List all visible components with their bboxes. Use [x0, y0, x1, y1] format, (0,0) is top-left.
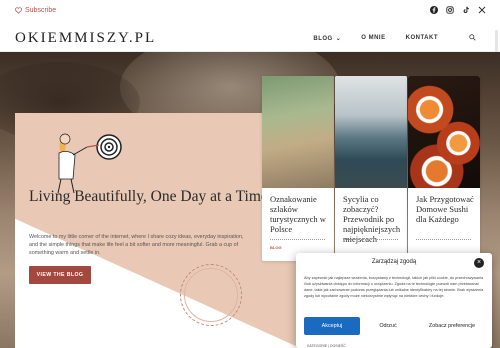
post-image-hiking[interactable] — [262, 76, 334, 188]
cookie-dialog-text: Aby zapewnić jak najlepsze wrażenia, kor… — [304, 276, 484, 298]
post-category[interactable]: BLOG — [270, 245, 282, 250]
view-blog-button[interactable]: VIEW THE BLOG — [29, 266, 91, 284]
divider — [270, 239, 325, 240]
post-card[interactable]: Oznakowanie szlaków turystycznych w Pols… — [262, 76, 334, 261]
post-card[interactable]: Sycylia co zobaczyć? Przewodnik po najpi… — [335, 76, 407, 261]
footer-categories: KATEGORIE | DOSIEŚĆ — [307, 344, 346, 348]
site-logo[interactable]: OKIEMMISZY.PL — [15, 30, 156, 47]
preferences-button[interactable]: Zobacz preferencje — [420, 317, 484, 335]
instagram-icon[interactable] — [446, 6, 454, 14]
nav-item-kontakt[interactable]: KONTAKT — [406, 35, 438, 42]
cookie-dialog-title: Zarządzaj zgodą — [371, 259, 417, 265]
subscribe-label: Subscribe — [25, 7, 57, 14]
post-title[interactable]: Sycylia co zobaczyć? Przewodnik po najpi… — [343, 194, 403, 244]
main-nav: BLOG ⌄ O MNIE KONTAKT — [313, 35, 472, 42]
divider — [416, 239, 471, 240]
site-header: OKIEMMISZY.PL BLOG ⌄ O MNIE KONTAKT — [0, 24, 500, 52]
facebook-icon[interactable] — [430, 6, 438, 14]
cookie-consent-dialog: Zarządzaj zgodą × Aby zapewnić jak najle… — [296, 253, 492, 348]
hero-description: Welcome to my little corner of the inter… — [29, 234, 244, 256]
featured-posts: Oznakowanie szlaków turystycznych w Pols… — [262, 76, 480, 261]
divider — [343, 239, 398, 240]
x-icon[interactable] — [478, 6, 486, 14]
chevron-down-icon: ⌄ — [335, 36, 342, 42]
nav-blog-label: BLOG — [313, 36, 333, 42]
accept-button[interactable]: Akceptuj — [304, 317, 360, 335]
decorative-circle-inner — [184, 268, 238, 322]
nav-item-o-mnie[interactable]: O MNIE — [361, 35, 385, 42]
reject-button[interactable]: Odrzuć — [366, 317, 410, 335]
search-icon[interactable] — [469, 34, 476, 41]
nav-item-blog[interactable]: BLOG ⌄ — [313, 35, 341, 42]
post-card[interactable]: Jak Przygotować Domowe Sushi dla Każdego — [408, 76, 480, 261]
post-image-sicily[interactable] — [335, 76, 407, 188]
hero-title: Living Beautifully, One Day at a Time — [29, 188, 268, 205]
top-bar: Subscribe — [0, 0, 500, 24]
post-title[interactable]: Oznakowanie szlaków turystycznych w Pols… — [270, 194, 330, 234]
hero-panel: Living Beautifully, One Day at a Time We… — [15, 113, 300, 348]
close-icon[interactable]: × — [474, 258, 484, 268]
post-image-sushi[interactable] — [408, 76, 480, 188]
heart-icon — [15, 7, 22, 14]
social-links — [430, 6, 486, 14]
subscribe-link[interactable]: Subscribe — [15, 7, 56, 14]
tiktok-icon[interactable] — [462, 6, 470, 14]
post-title[interactable]: Jak Przygotować Domowe Sushi dla Każdego — [416, 194, 476, 224]
